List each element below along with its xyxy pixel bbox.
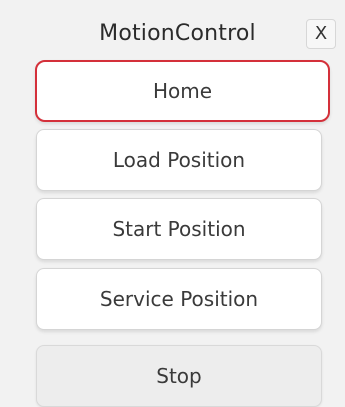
load-position-button[interactable]: Load Position xyxy=(36,129,322,191)
window-title: MotionControl xyxy=(99,21,256,46)
close-button[interactable]: X xyxy=(306,19,336,49)
motion-control-panel: MotionControl X Home Load Position Start… xyxy=(0,0,345,407)
start-position-button[interactable]: Start Position xyxy=(36,198,322,260)
stop-button[interactable]: Stop xyxy=(36,345,322,407)
home-button[interactable]: Home xyxy=(35,60,330,122)
service-position-button[interactable]: Service Position xyxy=(36,268,322,330)
